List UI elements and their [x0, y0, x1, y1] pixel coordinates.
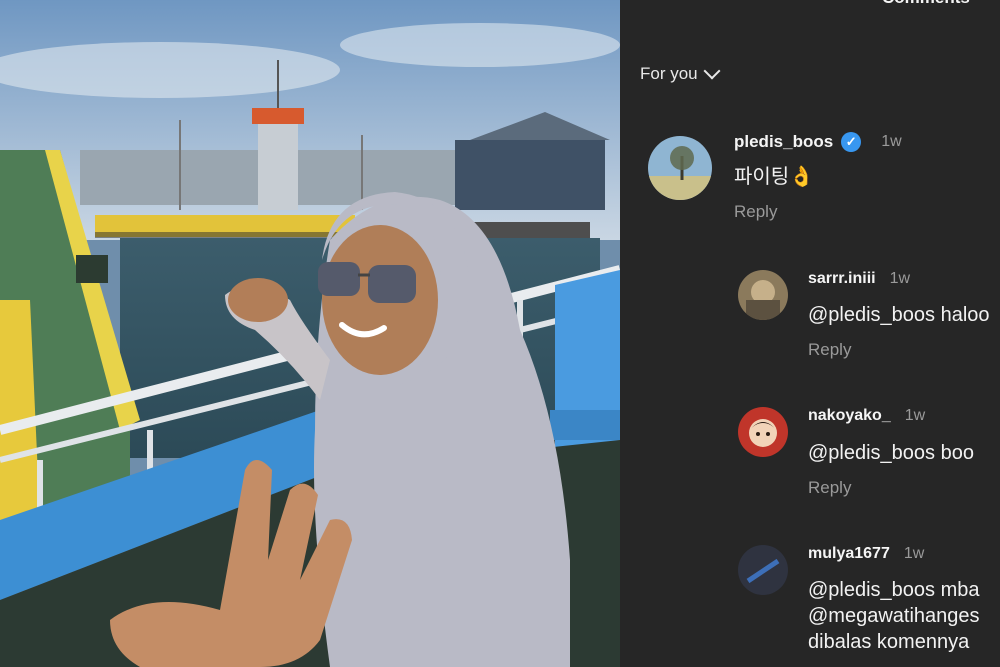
comment-username[interactable]: nakoyako_ 1w	[808, 407, 925, 425]
post-photo	[0, 0, 620, 667]
comment-text: 파이팅👌	[734, 166, 815, 188]
avatar[interactable]	[738, 270, 788, 320]
avatar[interactable]	[648, 136, 712, 200]
chevron-down-icon	[703, 62, 721, 80]
verified-badge-icon: ✓	[841, 132, 862, 152]
panel-title: Comments	[882, 0, 970, 8]
comment-text-line: dibalas komennya	[808, 631, 970, 653]
sort-filter-dropdown[interactable]: For you	[640, 62, 721, 84]
avatar[interactable]	[738, 407, 788, 457]
ferry-selfie-illustration	[0, 0, 620, 667]
filter-label: For you	[640, 64, 698, 83]
reply-button[interactable]: Reply	[808, 340, 851, 360]
comment-username[interactable]: pledis_boos ✓ 1w	[734, 132, 902, 152]
cartoon-avatar-image	[738, 407, 788, 457]
avatar-image	[738, 270, 788, 320]
avatar[interactable]	[738, 545, 788, 595]
comment-text: @pledis_boos haloo	[808, 304, 990, 326]
reply-button[interactable]: Reply	[808, 478, 851, 498]
comments-panel: Comments For you pledis_boos ✓ 1w 파이팅👌 R…	[620, 0, 1000, 667]
tree-avatar-image	[648, 136, 712, 200]
comment-username[interactable]: mulya1677 1w	[808, 545, 924, 563]
reply-button[interactable]: Reply	[734, 202, 777, 222]
comment-text-line: @pledis_boos mba	[808, 579, 980, 601]
comment-text-line: @megawatihanges	[808, 605, 980, 627]
comment-text: @pledis_boos boo	[808, 442, 974, 464]
comment-username[interactable]: sarrr.iniii 1w	[808, 270, 910, 288]
avatar-image	[738, 545, 788, 595]
